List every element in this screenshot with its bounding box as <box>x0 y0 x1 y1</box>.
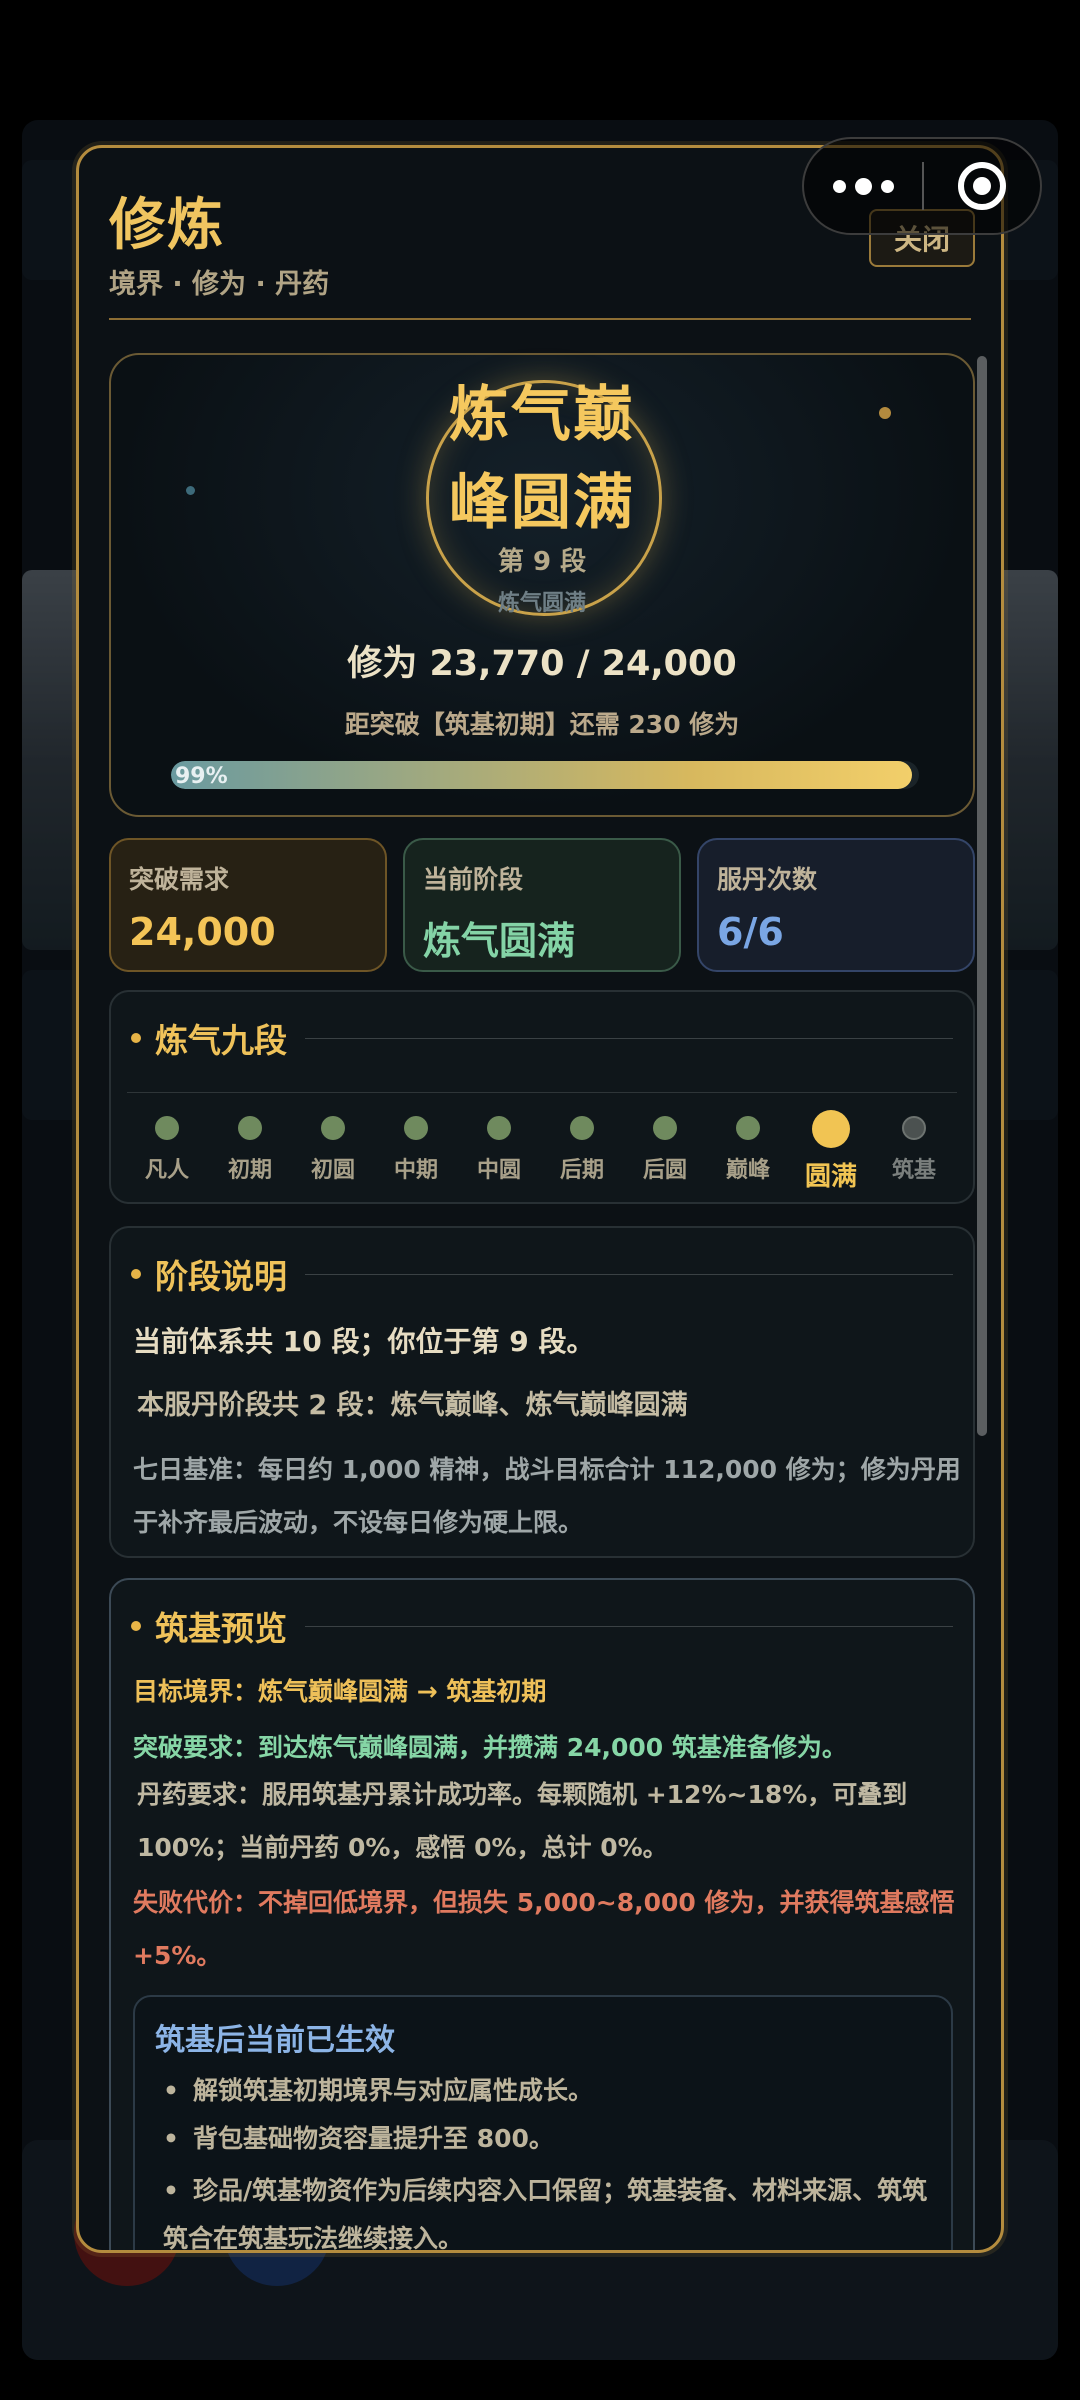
more-dot-icon <box>854 177 872 195</box>
stage-label: 后期 <box>559 1158 604 1183</box>
stage-label: 后圆 <box>642 1158 687 1183</box>
section-rule <box>305 1625 953 1627</box>
stage-dot <box>155 1116 179 1140</box>
stage-dot <box>487 1116 511 1140</box>
stage-dot <box>238 1116 262 1140</box>
section-rule <box>305 1037 953 1039</box>
bullet-icon <box>131 1621 141 1631</box>
exit-miniprogram-button[interactable] <box>924 162 1040 210</box>
effect-item: 解锁筑基初期境界与对应属性成长。 <box>163 2071 943 2107</box>
effects-title: 筑基后当前已生效 <box>155 2023 395 2058</box>
cultivation-progress-bar <box>171 761 919 789</box>
preview-target: 目标境界：炼气巅峰圆满 → 筑基初期 <box>133 1677 547 1706</box>
preview-section: 筑基预览 目标境界：炼气巅峰圆满 → 筑基初期 突破要求：到达炼气巅峰圆满，并攒… <box>109 1578 975 2250</box>
realm-name: 炼气巅 峰圆满 <box>111 371 973 547</box>
stage-dot <box>812 1110 850 1148</box>
section-header: 阶段说明 <box>131 1250 953 1298</box>
stage-label: 筑基 <box>891 1158 936 1183</box>
stage-4: 中期 <box>376 1110 456 1184</box>
stage-8: 巅峰 <box>708 1110 788 1184</box>
stat-label: 突破需求 <box>129 865 230 894</box>
stage-dot <box>570 1116 594 1140</box>
preview-failure-cost: 失败代价：不掉回低境界，但损失 5,000~8,000 修为，并获得筑基感悟 +… <box>133 1888 955 1970</box>
stage-1: 凡人 <box>127 1110 207 1184</box>
stage-3: 初圆 <box>293 1110 373 1184</box>
stage-label: 凡人 <box>144 1158 189 1183</box>
stage-dot <box>404 1116 428 1140</box>
cultivation-value: 修为 23,770 / 24,000 <box>347 644 737 684</box>
desc-line-3: 七日基准：每日约 1,000 精神，战斗目标合计 112,000 修为；修为丹用… <box>133 1455 961 1537</box>
realm-name-line2: 峰圆满 <box>449 468 635 538</box>
stat-value: 24,000 <box>129 910 276 954</box>
miniprogram-capsule <box>802 137 1042 235</box>
bullet-icon <box>131 1033 141 1043</box>
preview-requirement: 突破要求：到达炼气巅峰圆满，并攒满 24,000 筑基准备修为。 <box>133 1733 847 1762</box>
bullet-icon <box>131 1269 141 1279</box>
section-title: 炼气九段 <box>155 1021 287 1060</box>
stage-7: 后圆 <box>625 1110 705 1184</box>
stat-breakthrough-requirement: 突破需求 24,000 <box>109 838 387 972</box>
section-header: 筑基预览 <box>131 1602 953 1650</box>
scrollbar-thumb[interactable] <box>977 356 987 1436</box>
modal-subtitle: 境界 · 修为 · 丹药 <box>109 269 330 300</box>
stage-label: 中圆 <box>476 1158 521 1183</box>
more-options-button[interactable] <box>804 177 922 195</box>
section-title: 筑基预览 <box>155 1609 287 1648</box>
stat-current-stage: 当前阶段 炼气圆满 <box>403 838 681 972</box>
section-header: 炼气九段 <box>131 1014 953 1062</box>
cultivation-modal: 修炼 境界 · 修为 · 丹药 关闭 炼气巅 峰圆满 第 9 段 炼气圆满 修为… <box>76 145 1004 2253</box>
realm-stage: 第 9 段 <box>497 547 587 577</box>
stat-label: 服丹次数 <box>717 865 818 894</box>
more-dot-icon <box>832 179 846 193</box>
stage-dot <box>321 1116 345 1140</box>
effects-box: 筑基后当前已生效 解锁筑基初期境界与对应属性成长。 背包基础物资容量提升至 80… <box>133 1995 953 2250</box>
stage-track: 凡人 初期 初圆 中期 中圆 后期 后圆 巅峰 圆满 筑基 <box>127 1092 957 1192</box>
title-divider <box>109 318 971 320</box>
realm-sub-label: 炼气圆满 <box>497 591 586 616</box>
section-title: 阶段说明 <box>155 1257 287 1296</box>
stage-dot <box>653 1116 677 1140</box>
more-dot-icon <box>880 179 894 193</box>
stage-label: 巅峰 <box>725 1158 770 1183</box>
effect-item: 珍品/筑基物资作为后续内容入口保留；筑基装备、材料来源、筑筑筑合在筑基玩法继续接… <box>163 2167 943 2250</box>
breakthrough-hint: 距突破【筑基初期】还需 230 修为 <box>344 710 740 739</box>
cultivation-progress-fill <box>171 761 912 789</box>
stage-9: 圆满 <box>791 1110 871 1193</box>
cultivation-progress-label: 99% <box>175 764 228 789</box>
stage-10: 筑基 <box>874 1110 954 1184</box>
stage-dot <box>736 1116 760 1140</box>
stage-label: 初圆 <box>310 1158 355 1183</box>
stage-label: 初期 <box>227 1158 272 1183</box>
effect-item: 背包基础物资容量提升至 800。 <box>163 2119 943 2155</box>
stage-6: 后期 <box>542 1110 622 1184</box>
realm-card: 炼气巅 峰圆满 第 9 段 炼气圆满 修为 23,770 / 24,000 距突… <box>109 353 975 817</box>
modal-title: 修炼 <box>109 193 225 258</box>
stage-2: 初期 <box>210 1110 290 1184</box>
desc-line-2: 本服丹阶段共 2 段：炼气巅峰、炼气巅峰圆满 <box>137 1390 688 1421</box>
stat-pill-count: 服丹次数 6/6 <box>697 838 975 972</box>
stages-section: 炼气九段 凡人 初期 初圆 中期 中圆 后期 后圆 巅峰 圆满 筑基 <box>109 990 975 1204</box>
stage-label: 圆满 <box>804 1162 857 1192</box>
stat-value: 6/6 <box>717 910 784 954</box>
desc-line-1: 当前体系共 10 段；你位于第 9 段。 <box>133 1325 595 1358</box>
section-rule <box>305 1273 953 1275</box>
stage-5: 中圆 <box>459 1110 539 1184</box>
stat-value: 炼气圆满 <box>423 919 576 963</box>
target-icon <box>957 162 1006 210</box>
modal-content: 修炼 境界 · 修为 · 丹药 关闭 炼气巅 峰圆满 第 9 段 炼气圆满 修为… <box>79 148 1001 2250</box>
stat-label: 当前阶段 <box>423 865 524 894</box>
description-section: 阶段说明 当前体系共 10 段；你位于第 9 段。 本服丹阶段共 2 段：炼气巅… <box>109 1226 975 1558</box>
stage-dot <box>902 1116 926 1140</box>
stage-label: 中期 <box>393 1158 438 1183</box>
preview-pill-requirement: 丹药要求：服用筑基丹累计成功率。每颗随机 +12%~18%，可叠到100%；当前… <box>137 1780 908 1862</box>
realm-name-line1: 炼气巅 <box>449 380 635 450</box>
